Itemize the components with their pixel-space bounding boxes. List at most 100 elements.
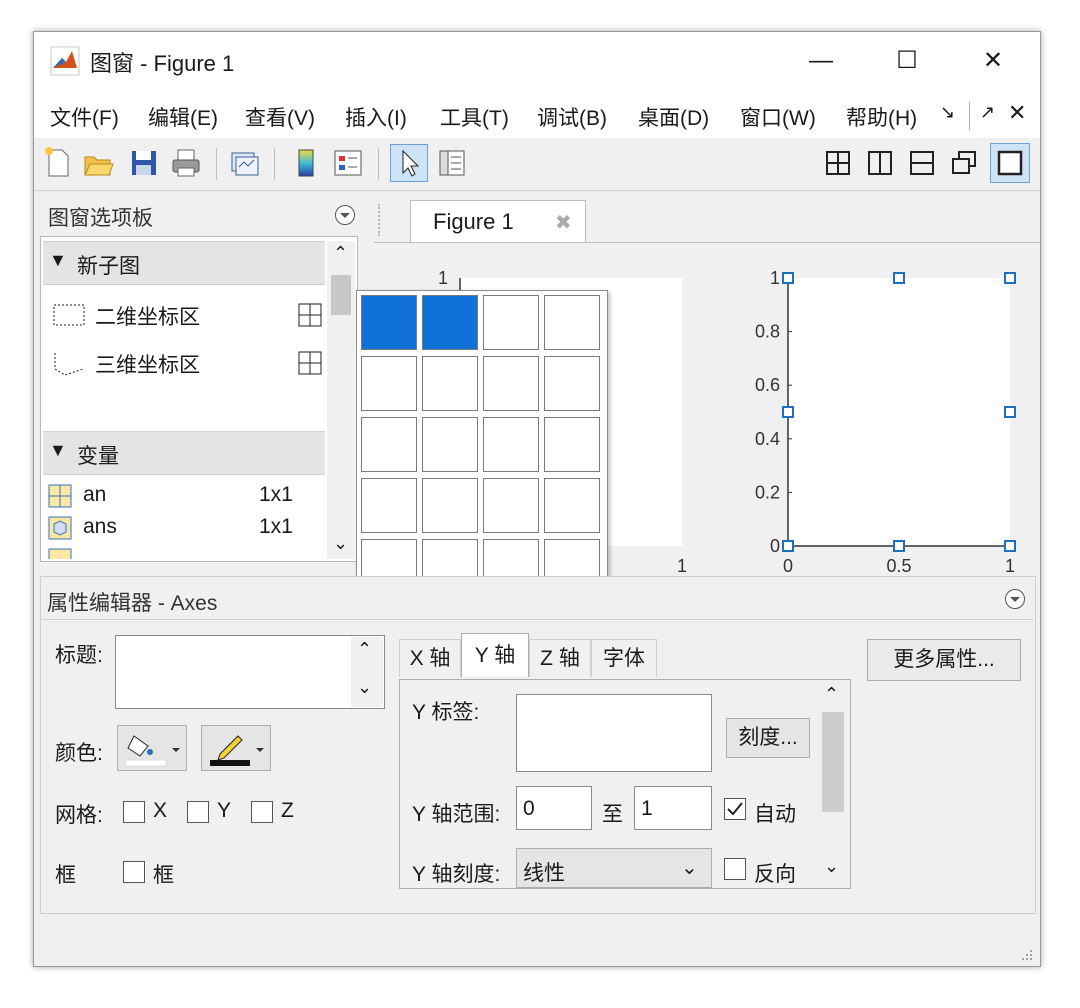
variables-header[interactable]: ▼ 变量 xyxy=(43,431,325,475)
selection-handle[interactable] xyxy=(1004,406,1016,418)
menu-edit[interactable]: 编辑(E) xyxy=(148,102,218,132)
subplot-grid-cell[interactable] xyxy=(361,417,417,472)
menu-insert[interactable]: 插入(I) xyxy=(345,102,407,132)
subplot-grid-cell[interactable] xyxy=(483,417,539,472)
menu-tools[interactable]: 工具(T) xyxy=(440,102,509,132)
subplot-grid-cell[interactable] xyxy=(422,295,478,350)
axes3d-item[interactable]: 三维坐标区 xyxy=(51,347,324,383)
tab-x-axis[interactable]: X 轴 xyxy=(399,639,461,677)
y-min-input[interactable]: 0 xyxy=(516,786,592,830)
edit-plot-arrow-icon[interactable] xyxy=(391,145,427,181)
menu-window[interactable]: 窗口(W) xyxy=(740,102,816,132)
subplot-grid-cell[interactable] xyxy=(422,478,478,533)
tab-z-axis[interactable]: Z 轴 xyxy=(529,639,591,677)
y-max-input[interactable]: 1 xyxy=(634,786,712,830)
scroll-up-icon[interactable]: ⌃ xyxy=(824,684,839,705)
new-figure-icon[interactable] xyxy=(40,145,76,181)
menu-help[interactable]: 帮助(H) xyxy=(846,102,917,132)
ticks-button[interactable]: 刻度... xyxy=(726,718,810,758)
subplot-grid-cell[interactable] xyxy=(361,295,417,350)
menu-desktop[interactable]: 桌面(D) xyxy=(638,102,709,132)
menu-view[interactable]: 查看(V) xyxy=(245,102,315,132)
new-subplot-header[interactable]: ▼ 新子图 xyxy=(43,241,325,285)
tile-left-right-icon[interactable] xyxy=(862,145,898,181)
save-icon[interactable] xyxy=(126,145,162,181)
property-inspector-icon[interactable] xyxy=(434,145,470,181)
open-file-icon[interactable] xyxy=(80,145,116,181)
right-axes[interactable] xyxy=(788,278,1010,546)
subplot-grid-cell[interactable] xyxy=(483,356,539,411)
maximize-tile-icon[interactable] xyxy=(992,145,1028,181)
subplot-grid-cell[interactable] xyxy=(361,356,417,411)
menu-file[interactable]: 文件(F) xyxy=(50,102,119,132)
selection-handle[interactable] xyxy=(1004,272,1016,284)
close-button[interactable]: ✕ xyxy=(970,40,1016,82)
tab-figure-1[interactable]: Figure 1 ✖ xyxy=(410,200,586,243)
scroll-thumb[interactable] xyxy=(331,275,351,315)
more-properties-button[interactable]: 更多属性... xyxy=(867,639,1021,681)
scroll-down-icon[interactable]: ⌄ xyxy=(824,856,839,877)
figure-window: 图窗 - Figure 1 — ☐ ✕ 文件(F) 编辑(E) 查看(V) 插入… xyxy=(33,31,1041,967)
axes3d-grid-icon[interactable] xyxy=(296,349,324,377)
title-scrollbar[interactable]: ⌃ ⌄ xyxy=(351,637,383,707)
reverse-checkbox[interactable] xyxy=(724,858,746,880)
tile-grid-icon[interactable] xyxy=(820,145,856,181)
subplot-grid-cell[interactable] xyxy=(544,295,600,350)
tab-y-axis[interactable]: Y 轴 xyxy=(461,633,529,677)
auto-checkbox[interactable] xyxy=(724,798,746,820)
dock-arrow-icon[interactable]: ↘ xyxy=(940,102,955,123)
subplot-grid-cell[interactable] xyxy=(422,417,478,472)
subplot-grid-cell[interactable] xyxy=(361,478,417,533)
close-panel-icon[interactable]: ✕ xyxy=(1008,100,1026,126)
subplot-grid-cell[interactable] xyxy=(422,356,478,411)
y-scale-value: 线性 xyxy=(523,862,565,885)
scroll-up-icon[interactable]: ⌃ xyxy=(333,243,348,264)
link-plot-icon[interactable] xyxy=(226,145,262,181)
print-icon[interactable] xyxy=(168,145,204,181)
selection-handle[interactable] xyxy=(1004,540,1016,552)
face-color-button[interactable] xyxy=(117,725,187,771)
subplot-grid-cell[interactable] xyxy=(483,295,539,350)
y-label-input[interactable] xyxy=(516,694,712,772)
minimize-button[interactable]: — xyxy=(798,40,844,82)
menu-debug[interactable]: 调试(B) xyxy=(537,102,607,132)
selection-handle[interactable] xyxy=(782,540,794,552)
maximize-button[interactable]: ☐ xyxy=(884,40,930,82)
title-input[interactable] xyxy=(115,635,385,709)
panel-splitter[interactable] xyxy=(378,204,382,236)
selection-handle[interactable] xyxy=(782,272,794,284)
tab-font[interactable]: 字体 xyxy=(591,639,657,677)
property-editor-menu-icon[interactable] xyxy=(1003,587,1027,611)
resize-grip-icon[interactable] xyxy=(1018,946,1034,962)
subplot-grid-cell[interactable] xyxy=(544,478,600,533)
floating-icon[interactable] xyxy=(946,145,982,181)
axes2d-grid-icon[interactable] xyxy=(296,301,324,329)
undock-icon[interactable]: ↗ xyxy=(980,102,995,123)
var-row-ans[interactable]: ans 1x1 xyxy=(47,513,323,543)
var-row-an[interactable]: an 1x1 xyxy=(47,481,323,511)
palette-menu-icon[interactable] xyxy=(333,203,357,227)
scroll-thumb[interactable] xyxy=(822,712,844,812)
scroll-down-icon[interactable]: ⌄ xyxy=(333,533,348,554)
subplot-grid-cell[interactable] xyxy=(544,417,600,472)
tile-top-bottom-icon[interactable] xyxy=(904,145,940,181)
grid-y-checkbox[interactable] xyxy=(187,801,209,823)
selection-handle[interactable] xyxy=(893,272,905,284)
box-checkbox[interactable] xyxy=(123,861,145,883)
scroll-up-icon[interactable]: ⌃ xyxy=(357,639,372,660)
grid-z-checkbox[interactable] xyxy=(251,801,273,823)
grid-x-checkbox[interactable] xyxy=(123,801,145,823)
y-scale-dropdown[interactable]: 线性 ⌄ xyxy=(516,848,712,888)
selection-handle[interactable] xyxy=(893,540,905,552)
axes2d-item[interactable]: 二维坐标区 xyxy=(51,299,324,335)
selection-handle[interactable] xyxy=(782,406,794,418)
subplot-grid-cell[interactable] xyxy=(544,356,600,411)
scroll-down-icon[interactable]: ⌄ xyxy=(357,677,372,698)
edge-color-button[interactable] xyxy=(201,725,271,771)
y-panel-scrollbar[interactable]: ⌃ ⌄ xyxy=(816,682,848,884)
subplot-grid-cell[interactable] xyxy=(483,478,539,533)
colorbar-icon[interactable] xyxy=(288,145,324,181)
tab-close-icon[interactable]: ✖ xyxy=(555,210,572,235)
legend-icon[interactable] xyxy=(330,145,366,181)
palette-scrollbar[interactable]: ⌃ ⌄ xyxy=(327,241,355,559)
